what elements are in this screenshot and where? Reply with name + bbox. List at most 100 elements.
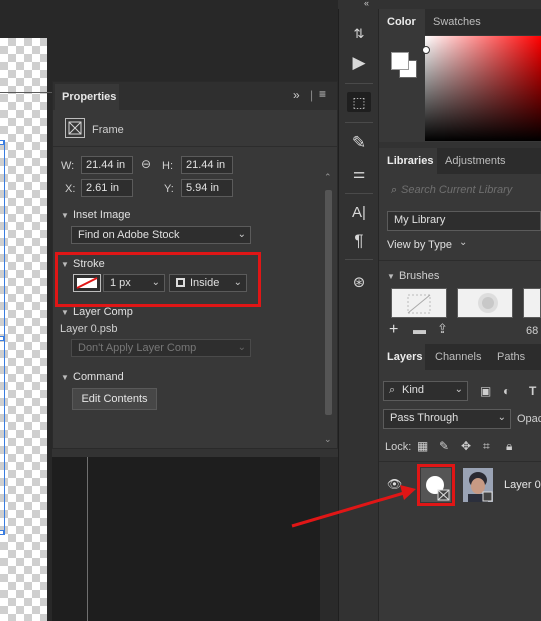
scroll-thumb[interactable]	[325, 190, 332, 415]
lock-brush-icon[interactable]: ✎	[439, 439, 449, 453]
lock-label: Lock:	[385, 441, 412, 453]
blend-mode-dropdown[interactable]: Pass Through ⌄	[383, 409, 511, 429]
tab-adjustments[interactable]: Adjustments	[437, 148, 514, 174]
properties-3d-icon[interactable]: ⬚	[347, 92, 371, 112]
divider	[345, 122, 373, 123]
brush-settings-icon[interactable]: ✎	[349, 133, 369, 153]
height-field[interactable]: 21.44 in	[181, 156, 233, 174]
panel-icon-strip: ⇅ ▶ ⬚ ✎ ⚌ A| ¶ ⊛	[338, 9, 378, 621]
image-filter-icon[interactable]: ▣	[480, 384, 491, 398]
library-item-count: 68	[526, 325, 539, 337]
paragraph-icon[interactable]: ¶	[349, 231, 369, 251]
stroke-inside-icon	[176, 278, 185, 287]
panel-menu-icon[interactable]: ≡	[319, 87, 326, 101]
scroll-down-icon[interactable]: ⌄	[324, 434, 332, 445]
layer-content-thumbnail[interactable]	[463, 468, 493, 502]
brush-thumbnail[interactable]	[391, 288, 447, 318]
color-picker-cursor[interactable]	[422, 46, 430, 54]
view-by-type[interactable]: View by Type	[387, 239, 452, 251]
collapse-panel-button[interactable]: »	[293, 88, 300, 102]
chevron-down-icon[interactable]: ⌄	[459, 237, 467, 248]
lock-transparent-icon[interactable]: ▦	[417, 439, 428, 453]
tab-properties[interactable]: Properties	[55, 84, 119, 110]
tab-color[interactable]: Color	[379, 9, 425, 35]
stroke-size-dropdown[interactable]: 1 px ⌄	[103, 274, 165, 292]
color-picker-field[interactable]	[425, 36, 541, 141]
history-icon[interactable]: ⇅	[349, 24, 369, 44]
add-icon[interactable]: +	[389, 321, 398, 339]
x-field[interactable]: 2.61 in	[81, 179, 133, 197]
divider	[379, 461, 541, 462]
stroke-position-dropdown[interactable]: Inside ⌄	[169, 274, 247, 292]
divider	[345, 193, 373, 194]
tab-paths[interactable]: Paths	[489, 344, 533, 370]
visibility-eye-icon[interactable]: 👁︎	[387, 477, 402, 491]
chevron-down-icon: ⌄	[454, 384, 463, 395]
lock-position-icon[interactable]: ✥	[461, 439, 471, 453]
guide-line	[0, 92, 52, 93]
collapse-arrow-icon[interactable]: ▼	[61, 373, 69, 382]
library-search-input[interactable]: Search Current Library	[393, 184, 541, 196]
scroll-up-icon[interactable]: ⌃	[324, 172, 332, 183]
divider	[379, 260, 541, 261]
color-panel: Color Swatches	[379, 9, 541, 142]
brush-thumbnail[interactable]	[457, 288, 513, 318]
character-icon[interactable]: A|	[349, 203, 369, 223]
library-select[interactable]: My Library	[387, 211, 541, 231]
opacity-label: Opac	[517, 413, 541, 425]
upload-icon[interactable]: ⇪	[437, 321, 448, 337]
frame-type-label: Frame	[92, 124, 124, 136]
folder-icon[interactable]: ▬	[413, 322, 426, 337]
foreground-color-swatch[interactable]	[391, 52, 409, 70]
layer-comp-dropdown[interactable]: Don't Apply Layer Comp ⌄	[71, 339, 251, 357]
y-field[interactable]: 5.94 in	[181, 179, 233, 197]
layer-row[interactable]: 👁︎ Layer 0 l	[379, 463, 541, 507]
selection-handle[interactable]	[0, 140, 4, 145]
inset-image-dropdown[interactable]: Find on Adobe Stock ⌄	[71, 226, 251, 244]
chevron-down-icon: ⌄	[237, 342, 246, 353]
width-label: W:	[61, 160, 75, 172]
tab-libraries[interactable]: Libraries	[379, 148, 437, 174]
glyphs-icon[interactable]: ⊛	[349, 273, 369, 293]
document-gutter	[320, 457, 338, 621]
lock-all-icon[interactable]: 🔒︎	[506, 439, 512, 454]
collapse-dock-icon[interactable]: «	[364, 0, 369, 8]
adjustment-filter-icon[interactable]: ◐	[503, 384, 510, 398]
brush-thumbnail[interactable]	[523, 288, 541, 318]
inset-image-value: Find on Adobe Stock	[78, 229, 180, 241]
stroke-color-swatch[interactable]	[73, 274, 101, 292]
chevron-down-icon: ⌄	[233, 277, 242, 288]
transparent-canvas[interactable]	[0, 38, 47, 621]
type-filter-icon[interactable]: T	[529, 384, 536, 398]
actions-play-icon[interactable]: ▶	[349, 53, 369, 73]
selection-handle[interactable]	[0, 336, 4, 341]
selection-handle[interactable]	[0, 530, 4, 535]
document-edge-line	[87, 457, 88, 621]
link-icon[interactable]: ⊖	[141, 157, 151, 171]
collapse-arrow-icon[interactable]: ▼	[61, 211, 69, 220]
blend-mode-value: Pass Through	[390, 412, 459, 424]
layer-name[interactable]: Layer 0 l	[504, 479, 541, 491]
document-area	[52, 457, 338, 621]
stroke-title: Stroke	[73, 258, 105, 270]
adjustments-sliders-icon[interactable]: ⚌	[349, 163, 369, 183]
layer-filter-dropdown[interactable]: ⌕ Kind ⌄	[383, 381, 468, 401]
layer-comp-title: Layer Comp	[73, 306, 133, 318]
edit-contents-button[interactable]: Edit Contents	[72, 388, 157, 410]
tab-swatches[interactable]: Swatches	[425, 9, 489, 35]
lock-artboard-icon[interactable]: ⌗	[483, 439, 490, 454]
divider	[345, 83, 373, 84]
libraries-tabbar: Libraries Adjustments	[379, 148, 541, 174]
layers-tabbar: Layers Channels Paths	[379, 344, 541, 370]
y-label: Y:	[164, 183, 174, 195]
collapse-arrow-icon[interactable]: ▼	[61, 260, 69, 269]
panel-resize-bar[interactable]	[52, 449, 338, 457]
tab-channels[interactable]: Channels	[427, 344, 489, 370]
divider	[345, 259, 373, 260]
collapse-arrow-icon[interactable]: ▼	[387, 272, 395, 281]
properties-scrollbar[interactable]: ⌃ ⌄	[324, 172, 333, 448]
collapse-arrow-icon[interactable]: ▼	[61, 308, 69, 317]
stroke-size-value: 1 px	[110, 277, 131, 289]
tab-layers[interactable]: Layers	[379, 344, 425, 370]
width-field[interactable]: 21.44 in	[81, 156, 133, 174]
